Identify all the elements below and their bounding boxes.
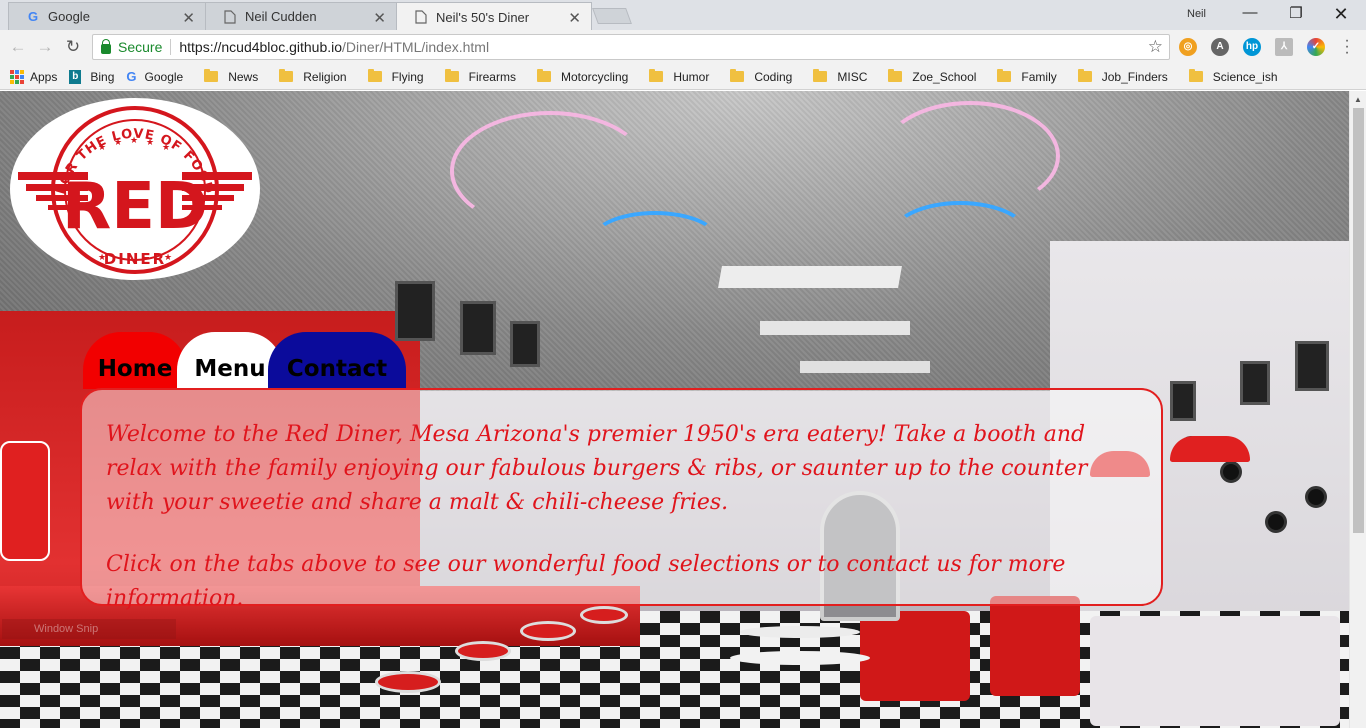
bookmark-google[interactable]: G Google xyxy=(126,69,183,84)
bookmark-folder-family[interactable]: Family xyxy=(997,69,1057,84)
svg-text:★: ★ xyxy=(146,138,154,148)
bookmark-folder-misc[interactable]: MISC xyxy=(813,69,867,84)
window-snip-label: Window Snip xyxy=(34,623,99,635)
extension-color-icon[interactable]: ✓ xyxy=(1307,38,1325,56)
menu-dots-icon[interactable]: · · · xyxy=(1342,33,1352,61)
tab-contact-label: Contact xyxy=(286,356,388,382)
url-host: https://ncud4bloc.github.io xyxy=(179,39,343,55)
browser-tab-strip: G Google ✕ Neil Cudden ✕ Neil's 50's Din… xyxy=(0,0,1366,31)
folder-icon xyxy=(997,69,1012,82)
bookmark-folder-zoe-school[interactable]: Zoe_School xyxy=(888,69,976,84)
folder-icon xyxy=(730,69,745,82)
browser-toolbar: ← → ↻ Secure https://ncud4bloc.github.io… xyxy=(0,30,1366,64)
minimize-icon[interactable]: — xyxy=(1227,4,1273,26)
folder-icon xyxy=(1188,69,1203,82)
browser-tab-google[interactable]: G Google ✕ xyxy=(8,2,206,30)
back-arrow-icon[interactable]: ← xyxy=(8,37,28,57)
logo-bottom-text: DINER xyxy=(104,250,166,268)
restore-icon[interactable]: ❐ xyxy=(1273,4,1319,26)
svg-text:★: ★ xyxy=(130,136,138,146)
new-tab-button[interactable] xyxy=(592,8,632,24)
extension-pdf-icon[interactable]: ⅄ xyxy=(1275,38,1293,56)
document-icon xyxy=(222,9,238,25)
address-bar[interactable]: Secure https://ncud4bloc.github.io/Diner… xyxy=(92,34,1170,60)
tab-menu-label: Menu xyxy=(194,356,266,382)
svg-text:★: ★ xyxy=(114,138,122,148)
bookmark-folder-job-finders[interactable]: Job_Finders xyxy=(1077,69,1168,84)
folder-icon xyxy=(813,69,828,82)
folder-icon xyxy=(1077,69,1092,82)
close-icon[interactable]: ✕ xyxy=(568,9,581,27)
tab-title: Neil Cudden xyxy=(245,9,317,24)
scrollbar-thumb[interactable] xyxy=(1353,108,1364,533)
apps-grid-icon xyxy=(10,69,24,84)
reload-icon[interactable]: ↻ xyxy=(63,37,83,57)
page-scrollbar[interactable]: ▲ xyxy=(1349,91,1366,728)
svg-text:★: ★ xyxy=(98,253,106,263)
bookmark-folder-news[interactable]: News xyxy=(204,69,258,84)
svg-text:★: ★ xyxy=(164,253,172,263)
bookmark-folder-flying[interactable]: Flying xyxy=(367,69,424,84)
secure-label: Secure xyxy=(118,39,163,55)
tab-title: Neil's 50's Diner xyxy=(436,9,530,25)
bookmark-folder-motorcycling[interactable]: Motorcycling xyxy=(536,69,628,84)
folder-icon xyxy=(279,69,294,82)
document-icon xyxy=(413,9,429,25)
bookmark-folder-religion[interactable]: Religion xyxy=(279,69,347,84)
browser-tab-neil-cudden[interactable]: Neil Cudden ✕ xyxy=(205,2,397,30)
bookmark-folder-coding[interactable]: Coding xyxy=(730,69,792,84)
profile-name[interactable]: Neil xyxy=(1187,8,1206,20)
scroll-up-arrow-icon[interactable]: ▲ xyxy=(1354,95,1362,104)
folder-icon xyxy=(888,69,903,82)
folder-icon xyxy=(367,69,382,82)
logo-brand: RED xyxy=(62,170,208,244)
bookmark-folder-humor[interactable]: Humor xyxy=(649,69,709,84)
svg-text:★: ★ xyxy=(162,143,170,153)
window-close-icon[interactable]: ✕ xyxy=(1318,4,1364,26)
google-g-icon: G xyxy=(27,9,39,24)
close-icon[interactable]: ✕ xyxy=(182,9,195,27)
red-diner-logo[interactable]: FOR THE LOVE OF FOOD RED DINER ★★★★★ ★★ xyxy=(10,98,260,280)
lock-icon xyxy=(101,39,111,54)
url-path: /Diner/HTML/index.html xyxy=(342,39,490,55)
welcome-paragraph: Welcome to the Red Diner, Mesa Arizona's… xyxy=(106,422,1088,515)
bing-icon: b xyxy=(69,69,82,84)
folder-icon xyxy=(536,69,551,82)
folder-icon xyxy=(444,69,459,82)
tab-contact[interactable]: Contact xyxy=(268,332,406,389)
folder-icon xyxy=(649,69,664,82)
instructions-paragraph: Click on the tabs above to see our wonde… xyxy=(106,552,1066,611)
tab-home[interactable]: Home xyxy=(83,332,187,389)
bookmarks-bar: Apps b Bing G Google News Religion Flyin… xyxy=(0,64,1366,90)
bookmark-folder-science-ish[interactable]: Science_ish xyxy=(1188,69,1278,84)
extension-hp-icon[interactable]: hp xyxy=(1243,38,1261,56)
welcome-panel: Welcome to the Red Diner, Mesa Arizona's… xyxy=(80,388,1163,611)
browser-tab-diner[interactable]: Neil's 50's Diner ✕ xyxy=(396,2,592,31)
diner-page: FOR THE LOVE OF FOOD RED DINER ★★★★★ ★★ … xyxy=(0,91,1349,728)
bookmark-bing[interactable]: b Bing xyxy=(69,69,114,84)
extension-compass-icon[interactable]: ◎ xyxy=(1179,38,1197,56)
bookmark-folder-firearms[interactable]: Firearms xyxy=(444,69,516,84)
forward-arrow-icon[interactable]: → xyxy=(35,37,55,57)
tab-home-label: Home xyxy=(97,356,173,382)
extension-shield-icon[interactable]: A xyxy=(1211,38,1229,56)
google-g-icon: G xyxy=(126,69,137,84)
bookmark-apps[interactable]: Apps xyxy=(10,69,57,84)
close-icon[interactable]: ✕ xyxy=(373,9,386,27)
bookmark-star-icon[interactable]: ☆ xyxy=(1148,37,1163,57)
tab-title: Google xyxy=(48,9,90,24)
folder-icon xyxy=(204,69,219,82)
svg-text:★: ★ xyxy=(98,143,106,153)
window-snip-overlay: Window Snip xyxy=(2,619,176,639)
